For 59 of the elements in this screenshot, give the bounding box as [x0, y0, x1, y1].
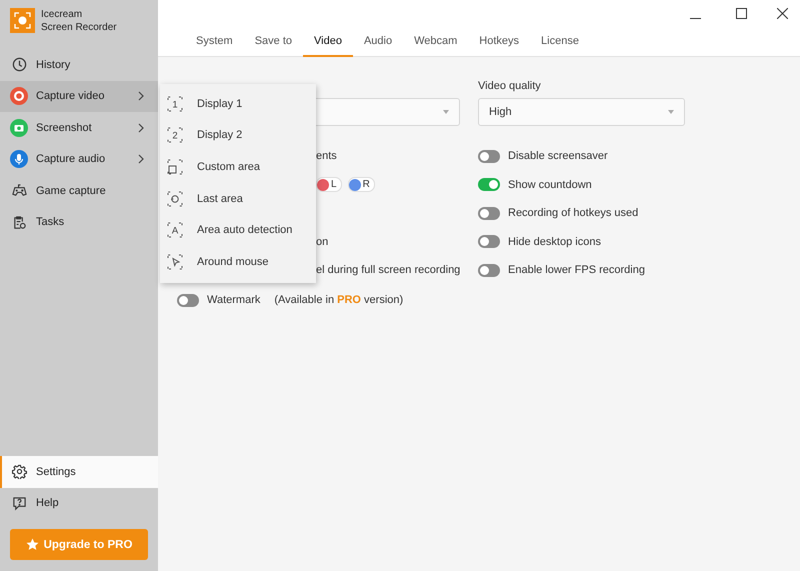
app-subtitle: Screen Recorder: [41, 20, 117, 34]
toggle-label: Recording of hotkeys used: [508, 207, 638, 220]
app-name: Icecream: [41, 8, 84, 20]
option-label: el during full screen recording: [316, 264, 460, 276]
channel-chip[interactable]: R: [348, 177, 375, 192]
toggle-switch[interactable]: [478, 235, 500, 248]
field-label: Video quality: [478, 79, 542, 94]
nav-item[interactable]: Help: [0, 488, 158, 519]
nav-item[interactable]: Screenshot: [0, 112, 158, 144]
dropdown-arrow-icon: [668, 110, 674, 114]
toggle-switch[interactable]: [478, 264, 500, 277]
toggle-label: Show countdown: [508, 178, 592, 191]
nav-item[interactable]: Game capture: [0, 175, 158, 206]
area-icon: [167, 158, 183, 175]
settings-tab[interactable]: Save to: [244, 35, 303, 57]
record-icon: [10, 87, 28, 106]
nav-item[interactable]: Settings: [0, 456, 158, 488]
availability-note: (Available in PRO version): [274, 294, 404, 306]
toggle-switch[interactable]: [478, 150, 500, 163]
toggle-label: Disable screensaver: [508, 150, 608, 162]
toggle-label: Watermark: [207, 294, 260, 306]
menu-item[interactable]: Around mouse: [160, 246, 316, 278]
help-icon: [12, 496, 26, 511]
star-icon: [26, 538, 39, 551]
menu-item[interactable]: 1 Display 1: [160, 88, 316, 120]
channel-chip[interactable]: L: [316, 177, 342, 192]
option-label: ents: [316, 150, 337, 162]
toggle-label: Hide desktop icons: [508, 236, 601, 248]
toggle-label: Enable lower FPS recording: [508, 264, 645, 276]
clock-icon: [12, 57, 26, 72]
nav-item[interactable]: History: [0, 49, 158, 80]
menu-item[interactable]: Custom area: [160, 151, 316, 183]
nav-item[interactable]: Capture audio: [0, 144, 158, 175]
settings-tab[interactable]: License: [530, 35, 590, 57]
toggle-switch[interactable]: [478, 178, 500, 192]
pointer-icon: [167, 254, 183, 270]
settings-tab[interactable]: Hotkeys: [468, 35, 530, 57]
toggle-switch[interactable]: [478, 206, 500, 220]
menu-item[interactable]: Last area: [160, 182, 316, 214]
app-logo-icon: [10, 8, 35, 33]
microphone-icon: [10, 150, 28, 168]
toggle-switch[interactable]: [177, 294, 199, 306]
gamepad-icon: [12, 183, 26, 198]
option-label: on: [316, 236, 328, 248]
close-icon[interactable]: [776, 8, 788, 18]
settings-icon: [12, 464, 26, 480]
nav-item[interactable]: Tasks: [0, 206, 158, 238]
dropdown-arrow-icon: [443, 110, 449, 114]
settings-tab[interactable]: Audio: [352, 35, 404, 57]
quality-dropdown[interactable]: High: [478, 98, 685, 126]
area-icon: [167, 190, 183, 207]
settings-tab[interactable]: System: [185, 35, 244, 57]
menu-item[interactable]: 2 Display 2: [160, 120, 316, 152]
settings-tab[interactable]: Webcam: [403, 35, 468, 57]
clipboard-icon: [12, 214, 26, 230]
camera-icon: [10, 118, 28, 137]
menu-item[interactable]: A Area auto detection: [160, 214, 316, 246]
maximize-icon[interactable]: [736, 8, 746, 18]
nav-item[interactable]: Capture video: [0, 80, 158, 112]
